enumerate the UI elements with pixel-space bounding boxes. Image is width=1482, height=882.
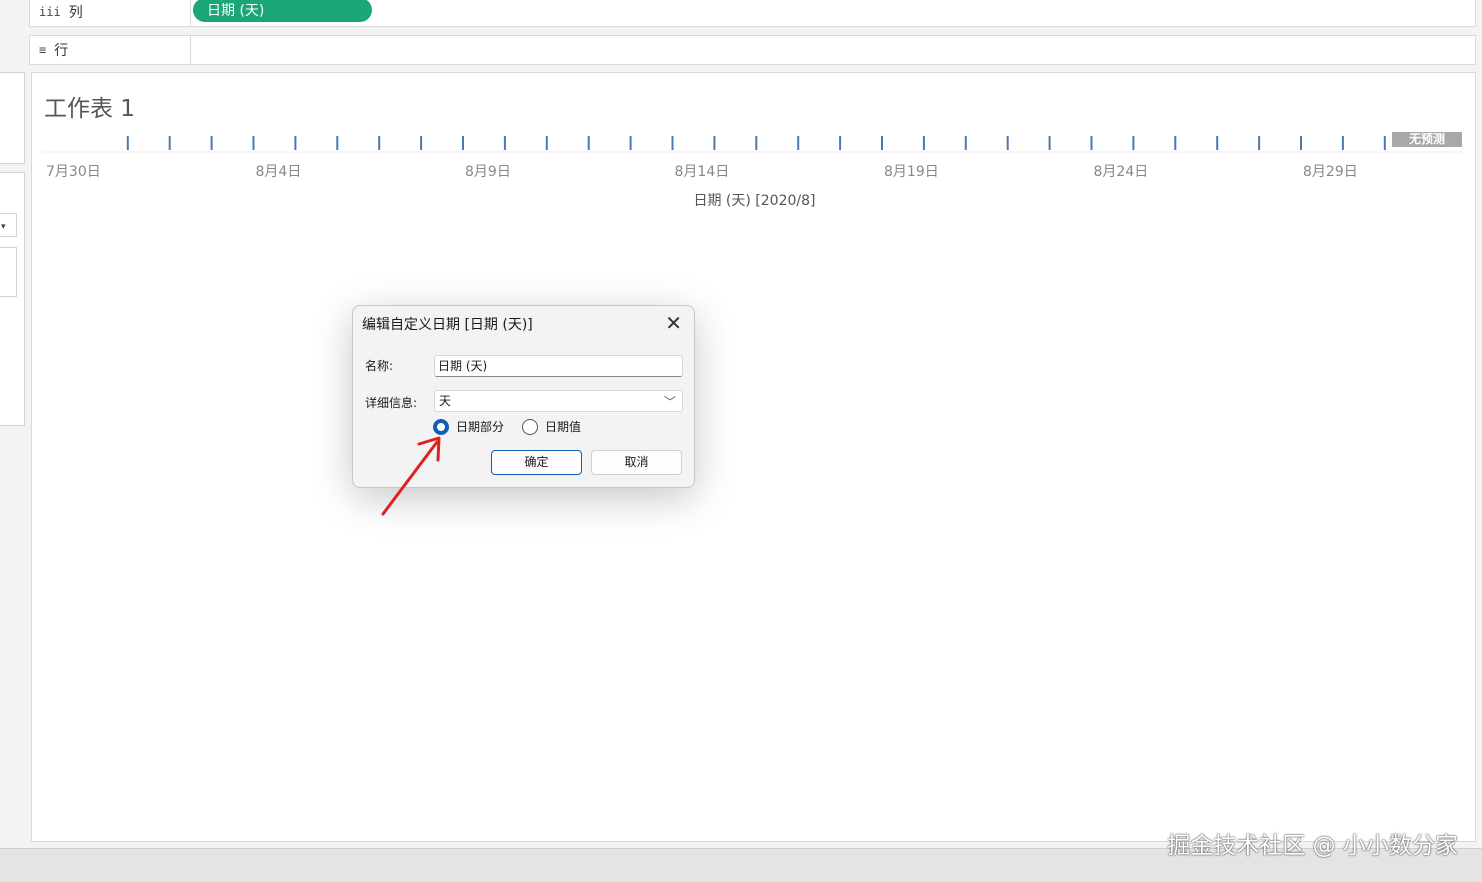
no-forecast-badge: 无预测: [1392, 132, 1462, 147]
radio-date-part-label: 日期部分: [456, 420, 505, 434]
radio-date-value[interactable]: 日期值: [522, 418, 581, 435]
columns-icon: iii: [39, 5, 61, 19]
rows-shelf-label: ≡ 行: [30, 36, 191, 64]
axis-tick-label: 8月14日: [675, 164, 730, 180]
detail-select-value: 天: [439, 394, 452, 408]
chevron-down-icon: ﹀: [663, 395, 676, 409]
annotation-arrow-icon: [381, 436, 441, 516]
columns-label: 列: [68, 5, 83, 21]
axis-tick-label: 7月30日: [46, 164, 101, 180]
left-panel-edge: ▾: [0, 0, 25, 848]
axis-tick-label: 8月4日: [256, 164, 302, 180]
detail-select[interactable]: 天 ﹀: [434, 390, 683, 412]
rows-icon: ≡: [39, 43, 47, 57]
rows-label: 行: [54, 43, 69, 59]
radio-date-value-label: 日期值: [545, 420, 582, 434]
ok-button[interactable]: 确定: [491, 450, 582, 475]
cancel-button[interactable]: 取消: [591, 450, 682, 475]
columns-shelf-label: iii 列: [30, 0, 191, 26]
caret-down-icon: ▾: [1, 222, 6, 232]
left-panel-box: [0, 172, 25, 426]
dialog-title: 编辑自定义日期 [日期 (天)]: [362, 317, 533, 333]
close-icon[interactable]: ✕: [665, 311, 682, 335]
left-panel-field[interactable]: [0, 247, 17, 297]
detail-label: 详细信息:: [365, 396, 418, 410]
worksheet-canvas[interactable]: 工作表 1 7月30日 8月4日 8月9日 8月14日 8月19日 8月24日 8月29日 …: [31, 72, 1476, 842]
watermark: 掘金技术社区 @ 小小数分家: [1167, 833, 1458, 859]
axis-tick-label: 8月9日: [465, 164, 511, 180]
name-field[interactable]: 日期 (天): [434, 355, 683, 377]
name-label: 名称:: [365, 359, 394, 373]
axis-tick-label: 8月24日: [1094, 164, 1149, 180]
axis-tick-label: 8月29日: [1303, 164, 1358, 180]
axis-title: 日期 (天) [2020/8]: [693, 193, 816, 209]
date-day-pill[interactable]: 日期 (天): [193, 0, 372, 22]
radio-unselected-icon[interactable]: [522, 418, 538, 435]
date-axis-chart: 7月30日 8月4日 8月9日 8月14日 8月19日 8月24日 8月29日: [42, 136, 1462, 180]
columns-shelf[interactable]: iii 列 日期 (天): [29, 0, 1476, 27]
axis-tick-label: 8月19日: [884, 164, 939, 180]
rows-shelf[interactable]: ≡ 行: [29, 35, 1476, 65]
left-panel-box: [0, 72, 25, 164]
